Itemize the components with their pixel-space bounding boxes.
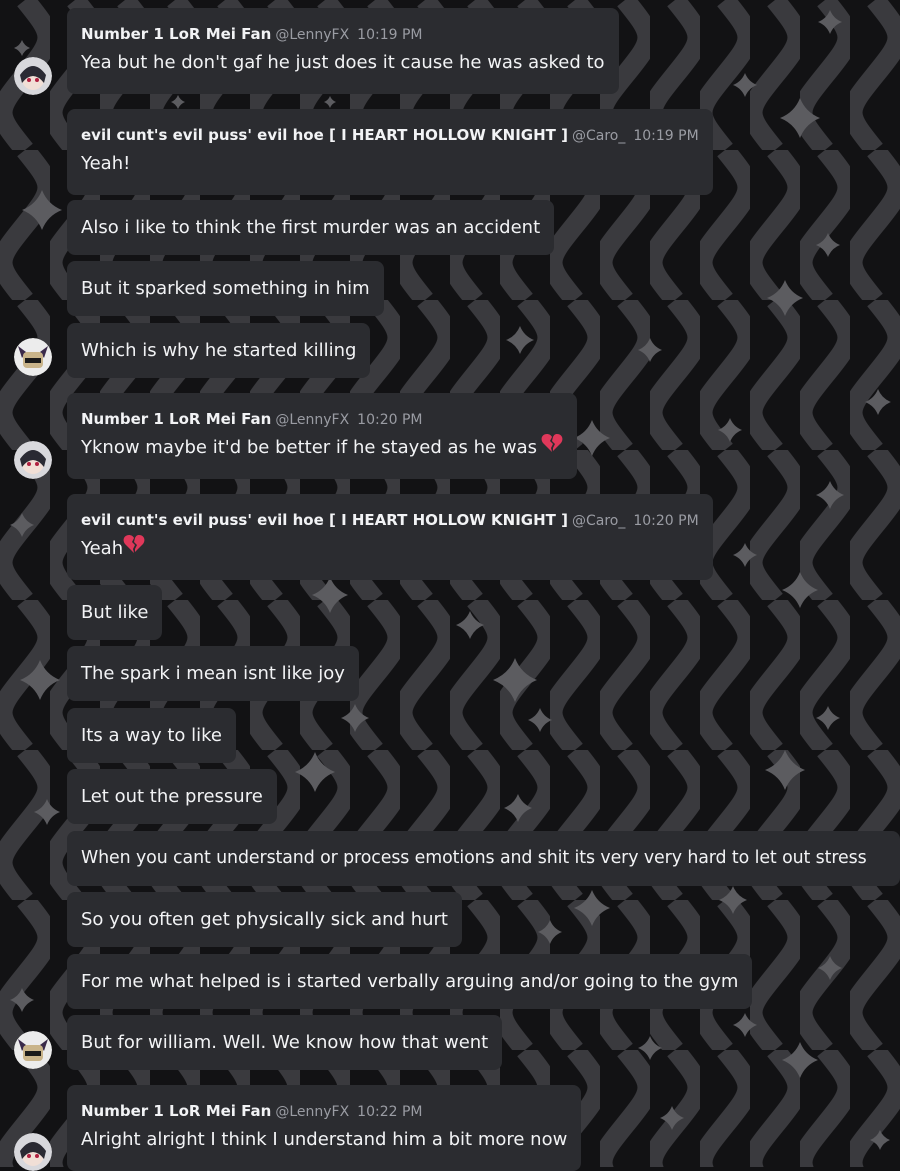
username[interactable]: evil cunt's evil puss' evil hoe [ I HEAR…	[81, 126, 568, 144]
timestamp: 10:20 PM	[357, 412, 423, 428]
message-text: Alright alright I think I understand him…	[81, 1129, 568, 1150]
username[interactable]: Number 1 LoR Mei Fan	[81, 1102, 271, 1120]
message-bubble: But it sparked something in him	[67, 261, 384, 316]
timestamp: 10:19 PM	[633, 128, 699, 144]
message-group: Number 1 LoR Mei Fan @LennyFX 10:20 PM Ykn…	[67, 393, 577, 479]
broken-heart-icon	[123, 534, 145, 564]
timestamp: 10:19 PM	[357, 27, 423, 43]
user-handle: @Caro_	[571, 128, 626, 144]
broken-heart-icon	[541, 433, 563, 463]
message-bubble: When you cant understand or process emot…	[67, 831, 900, 886]
message-bubble: Which is why he started killing	[67, 323, 371, 378]
message-group: Number 1 LoR Mei Fan @LennyFX 10:19 PM Yea…	[67, 8, 619, 94]
message-bubble: The spark i mean isnt like joy	[67, 646, 359, 701]
message-bubble: But like	[67, 585, 163, 640]
timestamp: 10:22 PM	[357, 1104, 423, 1120]
avatar-caro[interactable]	[14, 338, 52, 376]
user-handle: @Caro_	[571, 513, 626, 529]
message-group: evil cunt's evil puss' evil hoe [ I HEAR…	[67, 109, 713, 195]
message-group: evil cunt's evil puss' evil hoe [ I HEAR…	[67, 494, 713, 580]
message-group: Number 1 LoR Mei Fan @LennyFX 10:22 PM Alr…	[67, 1085, 582, 1171]
message-bubble: Let out the pressure	[67, 769, 277, 824]
message-list: Number 1 LoR Mei Fan @LennyFX 10:19 PM Yea…	[0, 0, 900, 1171]
message-bubble: But for william. Well. We know how that …	[67, 1015, 503, 1070]
avatar-lenny[interactable]	[14, 57, 52, 95]
timestamp: 10:20 PM	[633, 513, 699, 529]
avatar-lenny[interactable]	[14, 441, 52, 479]
avatar-caro[interactable]	[14, 1031, 52, 1069]
avatar-lenny[interactable]	[14, 1133, 52, 1171]
message-text: Yea but he don't gaf he just does it cau…	[81, 52, 605, 73]
username[interactable]: evil cunt's evil puss' evil hoe [ I HEAR…	[81, 511, 568, 529]
username[interactable]: Number 1 LoR Mei Fan	[81, 25, 271, 43]
message-text: Yknow maybe it'd be better if he stayed …	[81, 437, 537, 458]
user-handle: @LennyFX	[275, 27, 350, 43]
user-handle: @LennyFX	[275, 1104, 350, 1120]
message-text: Yeah!	[81, 153, 131, 174]
message-text: Yeah	[81, 538, 124, 559]
user-handle: @LennyFX	[275, 412, 350, 428]
message-bubble: So you often get physically sick and hur…	[67, 892, 462, 947]
message-bubble: Also i like to think the first murder wa…	[67, 200, 555, 255]
username[interactable]: Number 1 LoR Mei Fan	[81, 410, 271, 428]
message-bubble: For me what helped is i started verbally…	[67, 954, 753, 1009]
message-bubble: Its a way to like	[67, 708, 236, 763]
